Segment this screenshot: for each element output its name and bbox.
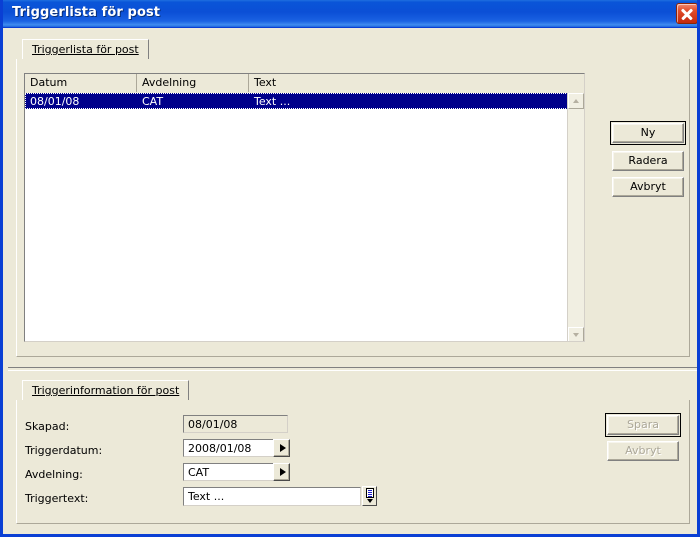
memo-dropdown-glyph — [366, 499, 373, 503]
scroll-up-arrow-icon[interactable] — [568, 93, 584, 109]
close-icon[interactable] — [676, 3, 697, 24]
created-field: 08/01/08 — [183, 415, 288, 433]
tab-triggerlista-label: Triggerlista för post — [32, 43, 139, 56]
dialog-window: Triggerlista för post Triggerlista för p… — [0, 0, 700, 537]
new-button[interactable]: Ny — [610, 121, 686, 145]
dropdown-arrow-icon[interactable] — [273, 463, 290, 481]
cancel-button[interactable]: Avbryt — [612, 177, 684, 197]
column-header-avdelning[interactable]: Avdelning — [137, 74, 249, 92]
bottom-tabstrip: Triggerinformation för post — [16, 380, 690, 401]
dropdown-arrow-glyph — [280, 468, 286, 476]
title-bar[interactable]: Triggerlista för post — [3, 0, 697, 28]
tab-triggerinformation[interactable]: Triggerinformation för post — [22, 380, 190, 401]
dropdown-arrow-glyph — [280, 444, 286, 452]
dropdown-arrow-icon[interactable] — [273, 439, 290, 457]
table-row[interactable]: 08/01/08 CAT Text ... — [25, 93, 584, 109]
row-cell-avdelning: CAT — [142, 95, 164, 108]
window-title: Triggerlista för post — [12, 5, 161, 20]
memo-list-icon[interactable] — [362, 486, 377, 506]
row-cell-text: Text ... — [254, 95, 291, 108]
save-button[interactable]: Spara — [605, 413, 681, 437]
department-label: Avdelning: — [25, 468, 83, 481]
column-header-text[interactable]: Text — [249, 74, 584, 92]
department-input[interactable]: CAT — [183, 463, 274, 481]
listview-vertical-scrollbar[interactable] — [567, 93, 584, 341]
trigger-text-label: Triggertext: — [25, 492, 89, 505]
column-header-datum[interactable]: Datum — [25, 74, 137, 92]
scroll-down-glyph — [573, 333, 579, 337]
panel-divider — [8, 367, 697, 371]
trigger-date-label: Triggerdatum: — [25, 444, 103, 457]
trigger-listview[interactable]: Datum Avdelning Text 08/01/08 CAT Text .… — [24, 73, 585, 342]
top-tabstrip: Triggerlista för post — [16, 39, 690, 60]
tab-triggerinformation-label: Triggerinformation för post — [32, 384, 180, 397]
memo-lines-glyph — [366, 488, 374, 498]
scroll-down-arrow-icon[interactable] — [568, 327, 584, 341]
trigger-info-panel: Triggerinformation för post — [8, 372, 697, 532]
listview-rows: 08/01/08 CAT Text ... — [25, 93, 584, 341]
created-label: Skapad: — [25, 420, 70, 433]
listview-header-row: Datum Avdelning Text — [25, 74, 584, 94]
form-cancel-button[interactable]: Avbryt — [607, 441, 679, 461]
scroll-up-glyph — [573, 99, 579, 103]
trigger-text-input[interactable]: Text ... — [183, 487, 361, 506]
trigger-date-input[interactable]: 2008/01/08 — [183, 439, 274, 457]
delete-button[interactable]: Radera — [612, 151, 684, 171]
row-cell-datum: 08/01/08 — [30, 95, 80, 108]
tab-triggerlista[interactable]: Triggerlista för post — [22, 39, 149, 60]
trigger-list-panel: Triggerlista för post Datum Avdelning Te… — [8, 31, 697, 365]
